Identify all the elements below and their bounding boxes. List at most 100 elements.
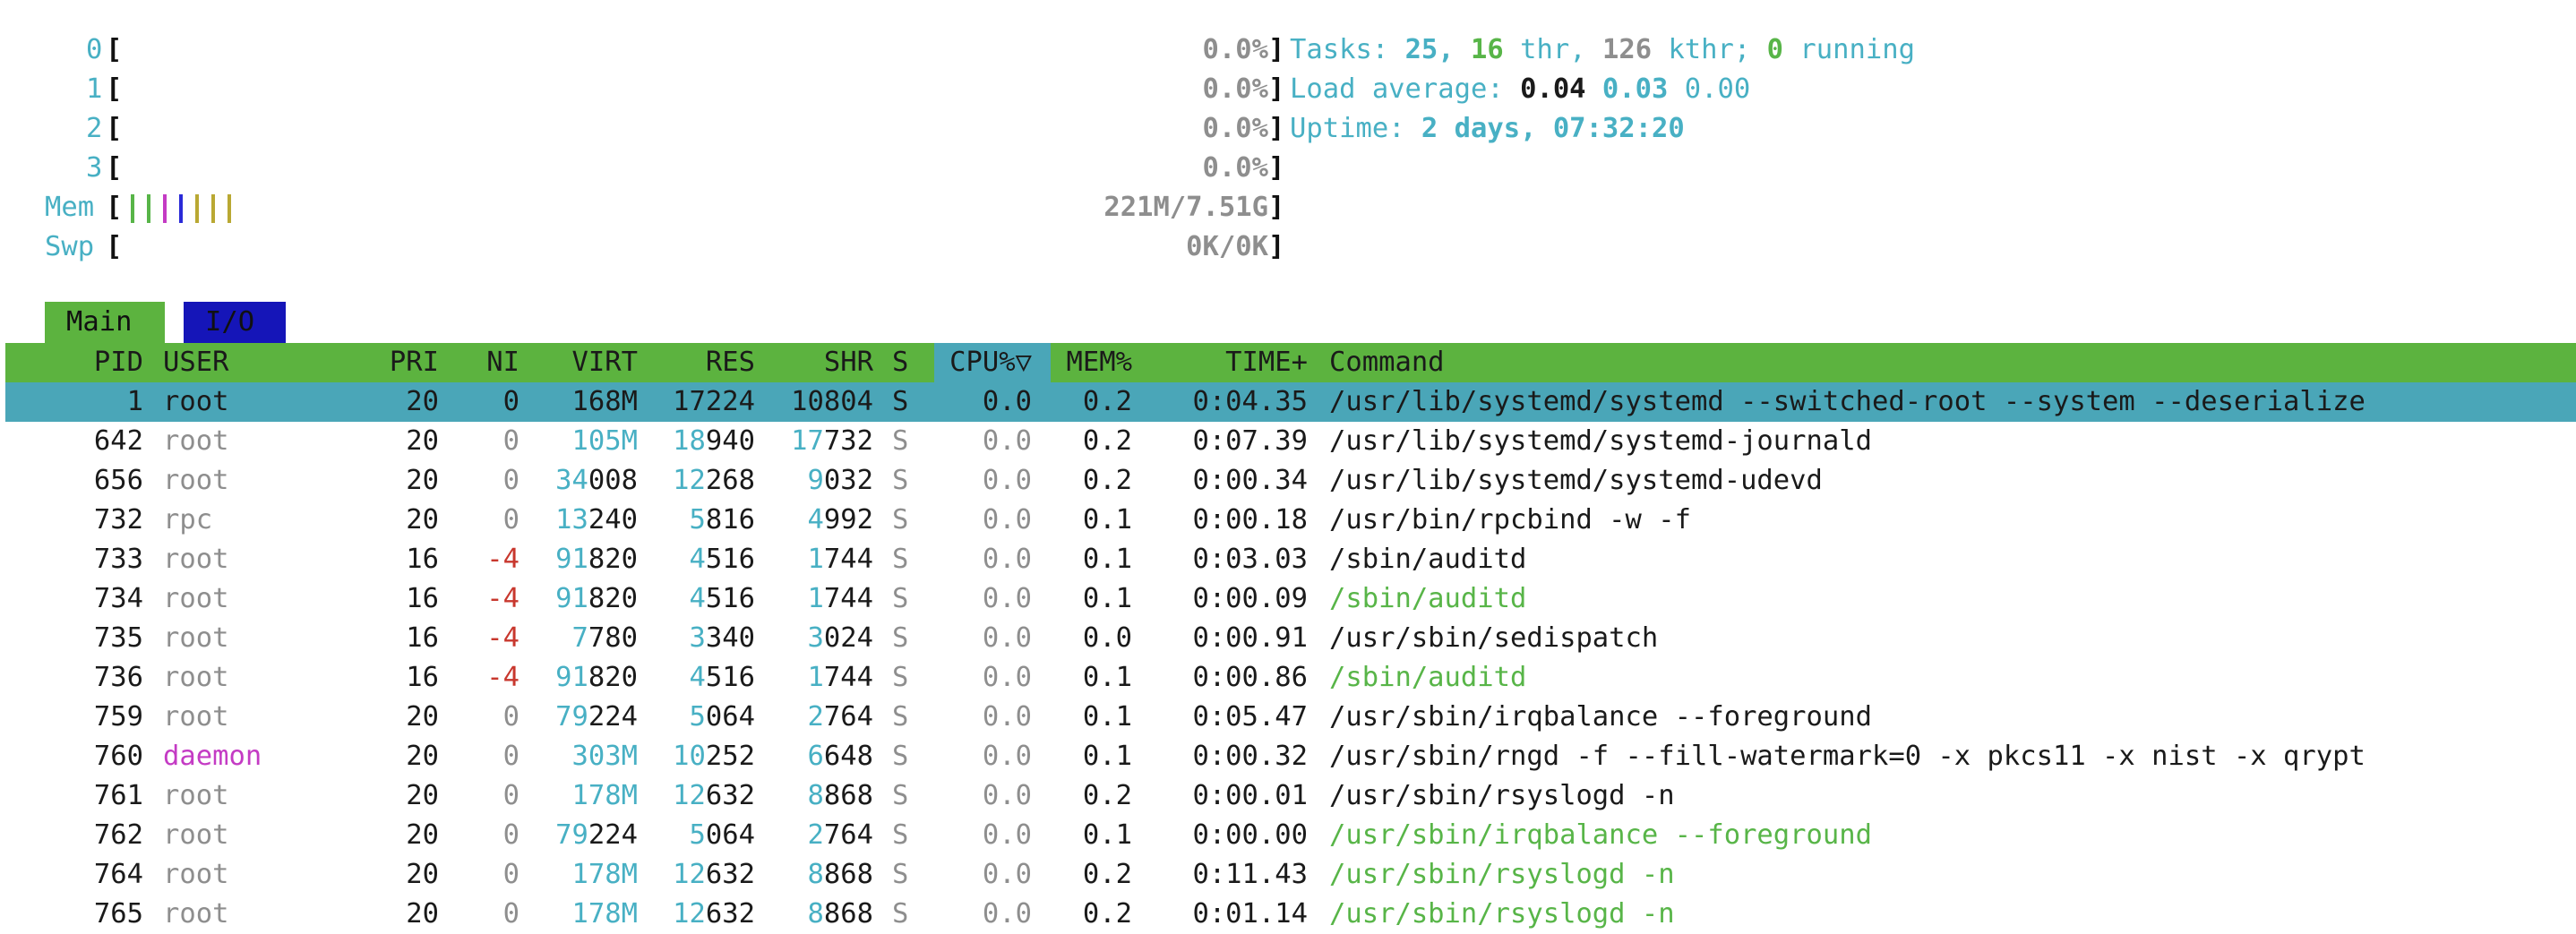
shr-cell: 1744: [808, 579, 873, 619]
mem-bar-segment: [163, 194, 167, 223]
mem-percent-cell: 0.1: [1082, 701, 1132, 733]
virt-cell: 91820: [555, 540, 638, 579]
user-cell: root: [163, 898, 229, 930]
virt-high-digits: 178M: [571, 898, 638, 930]
virt-low-digits: 240: [588, 504, 638, 536]
res-high-digits: 4: [689, 662, 706, 693]
priority-cell: 20: [406, 386, 439, 417]
user-cell: daemon: [163, 741, 262, 772]
shr-high-digits: 8: [807, 780, 824, 811]
shr-high-digits: 1: [807, 583, 824, 614]
mem-bar-segment: [211, 194, 215, 223]
command-cell: /usr/sbin/irqbalance --foreground: [1329, 819, 1872, 851]
mem-percent-cell: 0.1: [1082, 583, 1132, 614]
priority-cell: 20: [406, 859, 439, 890]
res-low-digits: 632: [705, 780, 755, 811]
cpu-0-bracket-close: ]: [1268, 34, 1285, 65]
state-cell: S: [892, 622, 909, 654]
res-cell: 4516: [690, 579, 755, 619]
command-cell: /usr/lib/systemd/systemd-udevd: [1329, 465, 1823, 496]
res-cell: 3340: [690, 619, 755, 658]
nice-cell: 0: [502, 898, 519, 930]
tab-main[interactable]: Main: [45, 302, 165, 343]
virt-high-digits: 91: [555, 583, 588, 614]
virt-low-digits: 224: [588, 701, 638, 733]
shr-cell: 8868: [808, 776, 873, 816]
mem-percent-cell: 0.1: [1082, 544, 1132, 575]
priority-cell: 20: [406, 819, 439, 851]
state-cell: S: [892, 425, 909, 457]
res-low-digits: 516: [705, 662, 755, 693]
mem-bar-segment: [147, 194, 150, 223]
virt-cell: 34008: [555, 461, 638, 501]
cpu-2-bracket-close: ]: [1268, 113, 1285, 144]
priority-cell: 16: [406, 622, 439, 654]
virt-cell: 303M: [572, 737, 638, 776]
priority-cell: 20: [406, 741, 439, 772]
user-cell: root: [163, 583, 229, 614]
mem-percent-cell: 0.2: [1082, 859, 1132, 890]
state-cell: S: [892, 819, 909, 851]
nice-cell: 0: [502, 780, 519, 811]
res-high-digits: 12: [673, 859, 706, 890]
cpu-2-value: 0.0%: [1202, 113, 1268, 144]
tasks-summary: Tasks: 25, 16 thr, 126 kthr; 0 running: [1290, 30, 1915, 70]
shr-high-digits: 8: [807, 898, 824, 930]
virt-cell: 178M: [572, 855, 638, 895]
shr-high-digits: 1: [807, 544, 824, 575]
nice-cell: -4: [486, 662, 519, 693]
shr-low-digits: 868: [823, 780, 873, 811]
shr-cell: 2764: [808, 698, 873, 737]
pid-cell: 761: [93, 780, 143, 811]
mem-percent-cell: 0.2: [1082, 386, 1132, 417]
command-cell: /usr/sbin/rngd -f --fill-watermark=0 -x …: [1329, 741, 2366, 772]
state-cell: S: [892, 859, 909, 890]
state-cell: S: [892, 701, 909, 733]
command-cell: /sbin/auditd: [1329, 662, 1527, 693]
pid-cell: 760: [93, 741, 143, 772]
load-5min: 0.03: [1601, 73, 1669, 105]
cpu-percent-cell: 0.0: [982, 544, 1032, 575]
cpu-0-bracket-open: [: [106, 34, 123, 65]
virt-cell: 105M: [572, 422, 638, 461]
time-cell: 0:03.03: [1192, 544, 1308, 575]
res-cell: 18940: [673, 422, 755, 461]
shr-low-digits: 032: [823, 465, 873, 496]
virt-high-digits: 34: [555, 465, 588, 496]
virt-high-digits: 79: [555, 819, 588, 851]
tab-io[interactable]: I/O: [184, 302, 286, 343]
virt-high-digits: 105M: [571, 425, 638, 457]
column-header-pid: PID: [93, 347, 143, 378]
shr-cell: 9032: [808, 461, 873, 501]
user-cell: root: [163, 780, 229, 811]
load-label: Load average:: [1290, 73, 1504, 105]
shr-high-digits: 2: [807, 819, 824, 851]
column-header-mem: MEM%: [1066, 347, 1132, 378]
column-header-pri: PRI: [389, 347, 439, 378]
pid-cell: 735: [93, 622, 143, 654]
res-low-digits: 064: [705, 819, 755, 851]
res-cell: 10252: [673, 737, 755, 776]
pid-cell: 1: [126, 386, 143, 417]
tasks-count: 25,: [1404, 34, 1455, 65]
command-cell: /usr/sbin/rsyslogd -n: [1329, 780, 1675, 811]
command-cell: /usr/bin/rpcbind -w -f: [1329, 504, 1691, 536]
res-high-digits: 12: [673, 780, 706, 811]
virt-cell: 7780: [572, 619, 638, 658]
column-header-time: TIME+: [1225, 347, 1308, 378]
priority-cell: 20: [406, 701, 439, 733]
priority-cell: 16: [406, 662, 439, 693]
virt-high-digits: 7: [571, 622, 588, 654]
cpu-3-value: 0.0%: [1202, 152, 1268, 184]
mem-percent-cell: 0.1: [1082, 504, 1132, 536]
priority-cell: 20: [406, 898, 439, 930]
cpu-percent-cell: 0.0: [982, 386, 1032, 417]
cpu-percent-cell: 0.0: [982, 425, 1032, 457]
command-cell: /usr/lib/systemd/systemd --switched-root…: [1329, 386, 2366, 417]
kthr-count: 126: [1601, 34, 1653, 65]
swap-value: 0K/0K: [1186, 231, 1268, 262]
virt-high-digits: 303M: [571, 741, 638, 772]
running-count: 0: [1766, 34, 1784, 65]
cpu-2-bracket-open: [: [106, 113, 123, 144]
shr-low-digits: 868: [823, 898, 873, 930]
